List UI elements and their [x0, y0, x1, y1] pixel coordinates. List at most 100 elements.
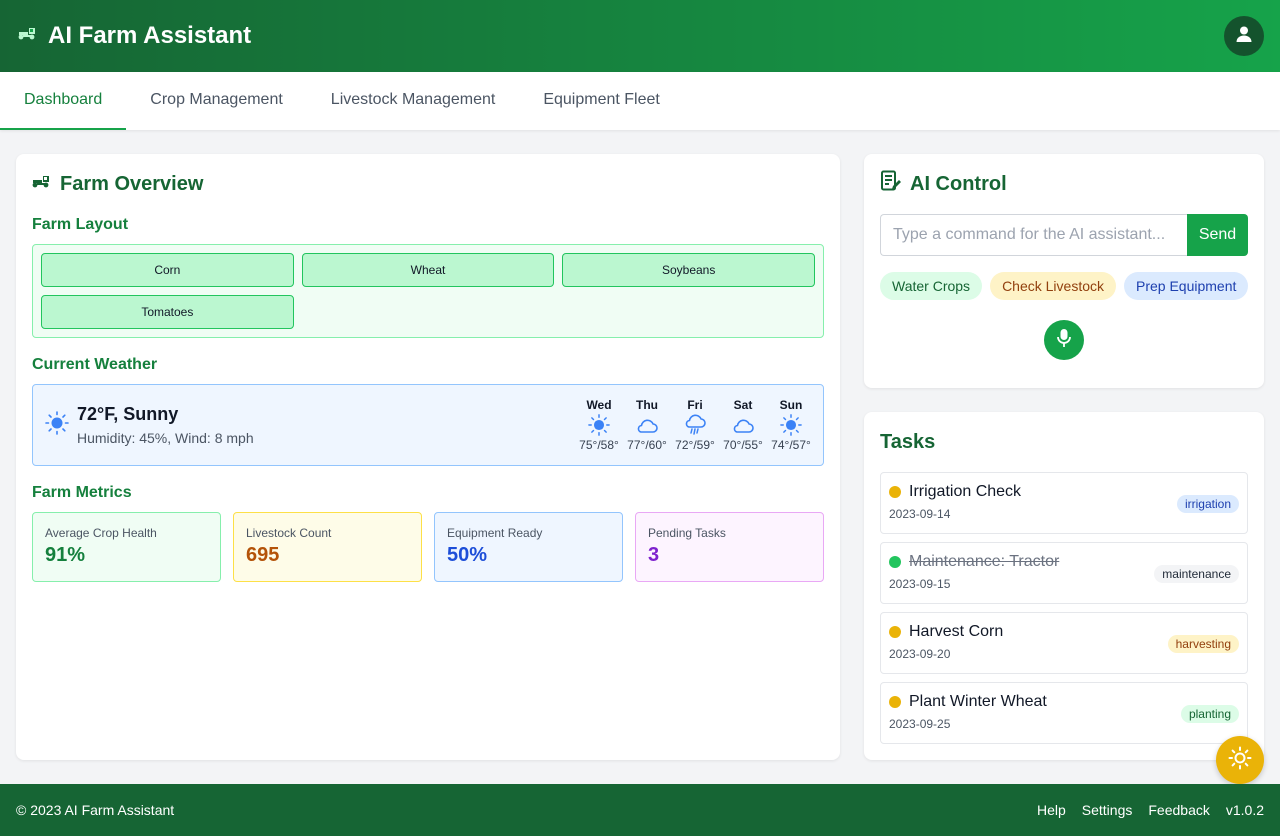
task-name: Maintenance: Tractor [909, 553, 1060, 570]
forecast-day: Sat 70°/55° [723, 398, 763, 452]
sun-icon [45, 410, 69, 440]
farm-layout-grid: Corn Wheat Soybeans Tomatoes [32, 244, 824, 338]
metric-label: Pending Tasks [648, 526, 726, 540]
feedback-link[interactable]: Feedback [1148, 802, 1209, 818]
metric-label: Equipment Ready [447, 526, 543, 540]
metric-label: Livestock Count [246, 526, 332, 540]
metric-value: 91% [45, 544, 86, 566]
send-button[interactable]: Send [1187, 214, 1248, 256]
metric-livestock-count: Livestock Count 695 [233, 512, 422, 582]
current-temperature: 72°F, Sunny [77, 404, 179, 424]
tasks-title: Tasks [880, 430, 936, 453]
status-dot [889, 486, 901, 498]
weather-panel: 72°F, Sunny Humidity: 45%, Wind: 8 mph W… [32, 384, 824, 466]
rain-icon [683, 414, 707, 436]
microphone-icon [1056, 328, 1072, 353]
metric-value: 3 [648, 544, 660, 566]
forecast-temps: 70°/55° [723, 438, 763, 452]
current-weather: 72°F, Sunny Humidity: 45%, Wind: 8 mph [45, 404, 254, 446]
forecast-temps: 75°/58° [579, 438, 619, 452]
forecast-day: Wed 75°/58° [579, 398, 619, 452]
sun-icon [588, 414, 610, 436]
farm-overview-title: Farm Overview [60, 172, 204, 195]
profile-button[interactable] [1224, 16, 1264, 56]
dashboard-main: Farm Overview Farm Layout Corn Wheat Soy… [16, 154, 1264, 760]
forecast-day: Sun 74°/57° [771, 398, 811, 452]
farm-metrics: Average Crop Health 91% Livestock Count … [32, 512, 824, 582]
tasks-card: Tasks Irrigation Check 2023-09-14 irriga… [864, 412, 1264, 760]
forecast-temps: 74°/57° [771, 438, 811, 452]
app-title: AI Farm Assistant [48, 22, 252, 49]
main-tabs: Dashboard Crop Management Livestock Mana… [0, 72, 1280, 130]
check-livestock-button[interactable]: Check Livestock [990, 272, 1116, 300]
field-plot-wheat[interactable]: Wheat [301, 253, 555, 287]
tractor-icon [18, 26, 38, 47]
task-tag: harvesting [1167, 635, 1239, 653]
field-plot-soybeans[interactable]: Soybeans [562, 253, 815, 287]
farm-overview-header: Farm Overview [32, 170, 824, 198]
status-dot [889, 696, 901, 708]
forecast-day-label: Sat [733, 398, 753, 412]
field-plot-corn[interactable]: Corn [41, 253, 294, 287]
forecast-temps: 72°/59° [675, 438, 715, 452]
field-plot-tomatoes[interactable]: Tomatoes [41, 295, 294, 329]
metric-label: Average Crop Health [45, 526, 157, 540]
brand: AI Farm Assistant [18, 22, 251, 50]
command-bar: Send [880, 214, 1248, 256]
task-item[interactable]: Irrigation Check 2023-09-14 irrigation [880, 472, 1248, 534]
farm-overview-card: Farm Overview Farm Layout Corn Wheat Soy… [16, 154, 840, 760]
farm-metrics-title: Farm Metrics [32, 484, 132, 501]
metric-value: 695 [246, 544, 280, 566]
metric-pending-tasks: Pending Tasks 3 [635, 512, 824, 582]
forecast-day-label: Wed [586, 398, 612, 412]
cloud-icon [635, 414, 659, 436]
help-link[interactable]: Help [1037, 802, 1066, 818]
task-name: Harvest Corn [909, 623, 1004, 640]
copyright: © 2023 AI Farm Assistant [16, 802, 175, 818]
task-name: Plant Winter Wheat [909, 693, 1047, 710]
theme-toggle-button[interactable] [1216, 736, 1264, 784]
cloud-icon [731, 414, 755, 436]
task-item[interactable]: Plant Winter Wheat 2023-09-25 planting [880, 682, 1248, 744]
status-dot [889, 626, 901, 638]
quick-actions: Water Crops Check Livestock Prep Equipme… [880, 272, 1249, 300]
prep-equipment-button[interactable]: Prep Equipment [1124, 272, 1249, 300]
task-list: Irrigation Check 2023-09-14 irrigation M… [880, 472, 1248, 744]
forecast-day-label: Fri [687, 398, 703, 412]
tab-equipment-fleet[interactable]: Equipment Fleet [519, 72, 684, 130]
task-item[interactable]: Harvest Corn 2023-09-20 harvesting [880, 612, 1248, 674]
forecast-day-label: Thu [636, 398, 658, 412]
farm-layout-title: Farm Layout [32, 216, 129, 233]
version-label: v1.0.2 [1225, 802, 1264, 818]
tab-crop-management[interactable]: Crop Management [126, 72, 307, 130]
tab-dashboard[interactable]: Dashboard [0, 72, 127, 130]
sun-icon [780, 414, 802, 436]
metric-equipment-ready: Equipment Ready 50% [434, 512, 623, 582]
edit-document-icon [880, 170, 902, 198]
water-crops-button[interactable]: Water Crops [880, 272, 983, 300]
tractor-icon [32, 173, 52, 196]
metric-crop-health: Average Crop Health 91% [32, 512, 221, 582]
forecast-day: Thu 77°/60° [627, 398, 667, 452]
task-tag: irrigation [1176, 495, 1239, 513]
task-item[interactable]: Maintenance: Tractor 2023-09-15 maintena… [880, 542, 1248, 604]
weather-details: Humidity: 45%, Wind: 8 mph [77, 430, 254, 446]
forecast-day: Fri 72°/59° [675, 398, 715, 452]
task-tag: planting [1180, 705, 1239, 723]
current-weather-title: Current Weather [32, 356, 158, 373]
forecast-day-label: Sun [779, 398, 803, 412]
tab-livestock-management[interactable]: Livestock Management [307, 72, 520, 130]
voice-input-button[interactable] [1044, 320, 1084, 360]
ai-control-title: AI Control [910, 172, 1007, 195]
app-footer: © 2023 AI Farm Assistant Help Settings F… [0, 784, 1280, 836]
weather-forecast: Wed 75°/58° Thu 77°/60° Fri 72°/59° Sat [579, 398, 811, 452]
ai-control-card: AI Control Send Water Crops Check Livest… [864, 154, 1264, 388]
metric-value: 50% [447, 544, 488, 566]
settings-link[interactable]: Settings [1082, 802, 1133, 818]
task-name: Irrigation Check [909, 483, 1022, 500]
command-input[interactable] [880, 214, 1187, 256]
app-header: AI Farm Assistant [0, 0, 1280, 72]
sun-icon [1228, 746, 1252, 775]
ai-control-header: AI Control [880, 170, 1248, 198]
task-tag: maintenance [1154, 565, 1239, 583]
